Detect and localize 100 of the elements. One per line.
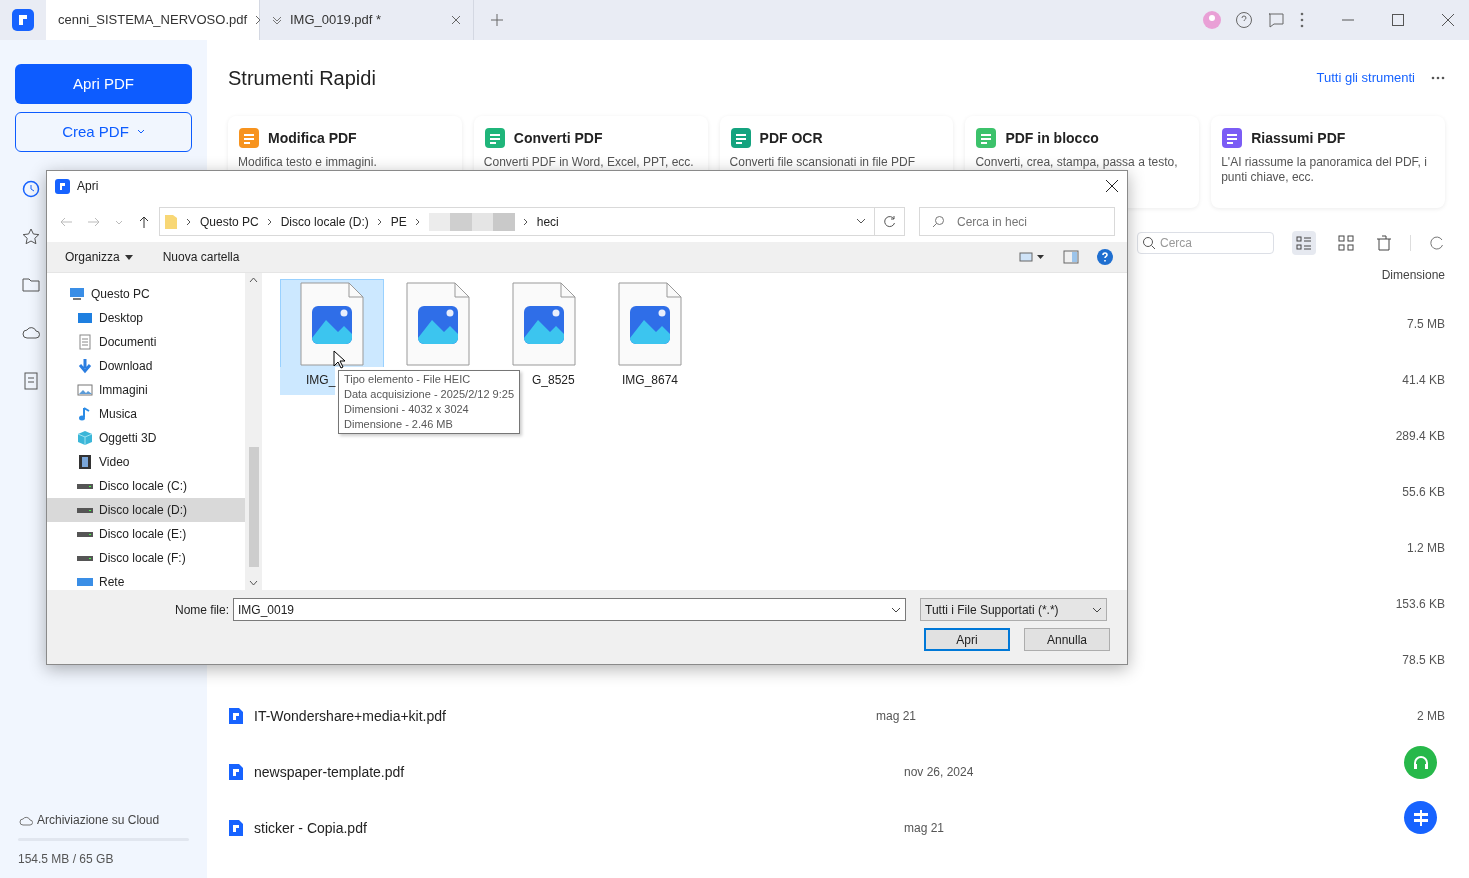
folder-icon[interactable] <box>22 276 40 294</box>
refresh-icon[interactable] <box>883 215 896 228</box>
navigation-item[interactable]: Disco locale (C:) <box>47 474 245 498</box>
column-header[interactable]: Dimensione <box>1381 266 1445 284</box>
close-icon[interactable] <box>1441 13 1455 27</box>
document-tab[interactable]: cenni_SISTEMA_NERVOSO.pdf <box>46 0 260 40</box>
chevron-right-icon <box>376 217 383 226</box>
up-arrow-icon[interactable] <box>137 214 151 229</box>
tooltip-line: Dimensione - 2.46 MB <box>344 417 454 432</box>
file-name[interactable]: sticker - Copia.pdf <box>254 817 367 839</box>
file-name[interactable]: IMG_ <box>280 367 336 395</box>
navigation-item[interactable]: Oggetti 3D <box>47 426 245 450</box>
breadcrumb-item[interactable]: Questo PC <box>200 212 259 231</box>
desktop-icon <box>77 310 93 326</box>
breadcrumb-item[interactable]: PE <box>390 212 407 231</box>
drive-icon <box>77 483 93 489</box>
help-icon[interactable] <box>1097 249 1113 265</box>
page-title: Strumenti Rapidi <box>228 66 376 91</box>
scrollbar-thumb[interactable] <box>248 446 259 567</box>
close-icon[interactable] <box>1105 179 1119 193</box>
download-icon <box>77 358 93 374</box>
file-date: nov 26, 2024 <box>904 764 975 781</box>
open-pdf-button[interactable]: Apri PDF <box>15 64 192 104</box>
tool-card[interactable]: Riassumi PDF L'AI riassume la panoramica del PDF, i punti chiave, ecc. <box>1211 116 1445 208</box>
file-name[interactable]: newspaper-template.pdf <box>254 761 405 783</box>
star-icon[interactable] <box>22 228 40 246</box>
chevron-down-icon[interactable] <box>891 606 901 613</box>
list-view-button[interactable] <box>1292 231 1316 255</box>
breadcrumb-item[interactable]: heci <box>536 212 559 231</box>
trash-icon[interactable] <box>1376 235 1392 251</box>
file-name-field[interactable]: IMG_0019 <box>233 598 906 621</box>
signpost-icon <box>1411 808 1430 827</box>
navigation-item[interactable]: Immagini <box>47 378 245 402</box>
dialog-title: Apri <box>77 178 99 195</box>
organize-menu[interactable]: Organizza <box>65 248 133 266</box>
cursor-icon <box>333 350 345 369</box>
navigation-item[interactable]: Musica <box>47 402 245 426</box>
navigation-item[interactable]: Rete <box>47 570 245 590</box>
file-name[interactable]: IMG_8674 <box>621 367 678 395</box>
open-button[interactable]: Apri <box>924 628 1010 651</box>
clock-icon[interactable] <box>22 180 40 198</box>
chevron-right-icon <box>522 217 529 226</box>
file-type-dropdown[interactable]: Tutti i File Supportati (*.*) <box>920 598 1107 621</box>
search-field[interactable]: Cerca in heci <box>919 207 1115 236</box>
navigation-item[interactable]: Questo PC <box>47 282 245 306</box>
file-date: mag 21 <box>876 708 917 725</box>
tool-title: PDF in blocco <box>1005 128 1099 148</box>
navigation-item[interactable]: Video <box>47 450 245 474</box>
cloud-storage-label[interactable]: Archiviazione su Cloud <box>37 811 160 829</box>
signpost-button[interactable] <box>1404 801 1437 834</box>
storage-usage: 154.5 MB / 65 GB <box>17 851 115 868</box>
app-logo-icon <box>55 178 70 194</box>
more-icon[interactable] <box>1299 11 1305 29</box>
chevron-right-icon <box>186 217 192 226</box>
maximize-icon[interactable] <box>1391 13 1405 27</box>
headset-icon <box>1411 753 1430 772</box>
new-folder-button[interactable]: Nuova cartella <box>162 248 240 266</box>
pdf-file-icon <box>228 763 244 781</box>
scroll-up-icon[interactable] <box>249 277 258 283</box>
address-bar[interactable]: Questo PC Disco locale (D:) PE heci <box>159 207 905 236</box>
tooltip-line: Tipo elemento - File HEIC <box>344 372 472 387</box>
file-name[interactable]: IT-Wondershare+media+kit.pdf <box>254 705 446 727</box>
file-size: 2 MB <box>1417 708 1445 725</box>
cloud-icon <box>19 814 33 826</box>
create-pdf-button[interactable]: Crea PDF <box>15 112 192 152</box>
list-icon <box>1296 235 1312 251</box>
document-tab[interactable]: IMG_0019.pdf * <box>260 0 474 40</box>
navigation-item[interactable]: Desktop <box>47 306 245 330</box>
navigation-item[interactable]: Download <box>47 354 245 378</box>
file-item[interactable] <box>280 279 384 367</box>
feedback-icon[interactable] <box>1267 11 1285 29</box>
image-icon <box>77 382 93 398</box>
help-icon[interactable] <box>1235 11 1253 29</box>
navigation-item[interactable]: Disco locale (D:) <box>47 498 245 522</box>
folder-icon <box>164 213 178 230</box>
pdf-file-icon <box>228 707 244 725</box>
search-icon <box>1142 236 1156 250</box>
network-icon <box>77 578 93 586</box>
film-icon <box>77 454 93 470</box>
file-name-label: Nome file: <box>173 601 230 619</box>
navigation-item[interactable]: Documenti <box>47 330 245 354</box>
drive-icon <box>77 531 93 537</box>
navigation-item[interactable]: Disco locale (F:) <box>47 546 245 570</box>
more-icon[interactable] <box>1431 75 1445 81</box>
chevron-down-icon[interactable] <box>856 217 866 226</box>
breadcrumb-item[interactable]: Disco locale (D:) <box>280 212 369 231</box>
navigation-item[interactable]: Disco locale (E:) <box>47 522 245 546</box>
all-tools-link[interactable]: Tutti gli strumenti <box>1316 68 1415 88</box>
tooltip-line: Dimensioni - 4032 x 3024 <box>344 402 470 417</box>
cloud-icon[interactable] <box>22 324 40 342</box>
scroll-down-icon[interactable] <box>249 580 258 586</box>
view-options-icon[interactable] <box>1019 251 1045 263</box>
scrollbar[interactable] <box>245 273 262 590</box>
cancel-button[interactable]: Annulla <box>1024 628 1110 651</box>
document-icon <box>77 334 93 350</box>
support-button[interactable] <box>1404 746 1437 779</box>
document-icon[interactable] <box>22 372 40 390</box>
tool-description: Converti PDF in Word, Excel, PPT, ecc. <box>483 155 695 170</box>
refresh-icon[interactable] <box>1429 235 1445 251</box>
file-name[interactable]: G_8525 <box>532 367 575 395</box>
